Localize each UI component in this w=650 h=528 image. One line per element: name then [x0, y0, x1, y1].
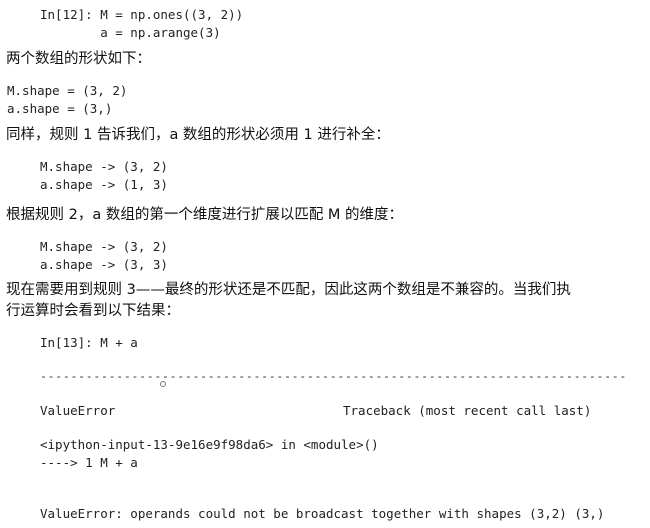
- traceback-input-location: <ipython-input-13-9e16e9f98da6> in <modu…: [40, 437, 379, 452]
- traceback-error-name: ValueError: [40, 403, 116, 418]
- shape-block2-line2: a.shape -> (1, 3): [40, 177, 168, 192]
- shape-block2-line1: M.shape -> (3, 2): [40, 159, 168, 174]
- paragraph-rule3-line2: 行运算时会看到以下结果：: [6, 303, 180, 319]
- in12-line1: In[12]: M = np.ones((3, 2)): [40, 7, 244, 22]
- paragraph-rule2: 根据规则 2，a 数组的第一个维度进行扩展以匹配 M 的维度：: [6, 207, 404, 223]
- traceback-header: Traceback (most recent call last): [343, 403, 592, 418]
- shape-block3-line1: M.shape -> (3, 2): [40, 239, 168, 254]
- paragraph-rule1: 同样，规则 1 告诉我们，a 数组的形状必须用 1 进行补全：: [6, 127, 390, 143]
- in12-line2: a = np.arange(3): [40, 25, 221, 40]
- traceback-error-message: ValueError: operands could not be broadc…: [40, 506, 605, 521]
- shape-block1-line2: a.shape = (3,): [7, 101, 113, 116]
- shape-block1-line1: M.shape = (3, 2): [7, 83, 128, 98]
- small-circle-marker: [160, 381, 166, 387]
- traceback-arrow-line: ----> 1 M + a: [40, 455, 138, 470]
- paragraph-rule3-line1: 现在需要用到规则 3——最终的形状还是不匹配，因此这两个数组是不兼容的。当我们执: [6, 282, 571, 298]
- in13-line: In[13]: M + a: [40, 335, 138, 350]
- paragraph-shapes-intro: 两个数组的形状如下：: [6, 51, 151, 67]
- traceback-divider: ----------------------------------------…: [40, 369, 628, 383]
- shape-block3-line2: a.shape -> (3, 3): [40, 257, 168, 272]
